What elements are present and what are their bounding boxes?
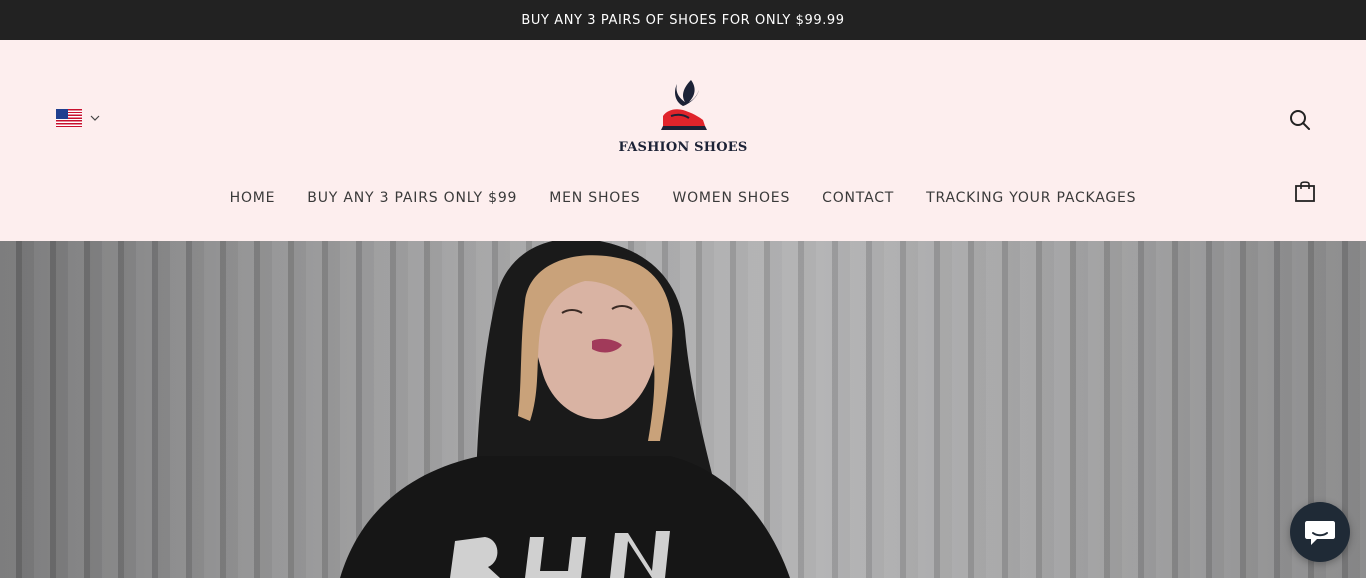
nav-item-contact[interactable]: CONTACT [822,190,894,206]
chat-button[interactable] [1290,502,1350,562]
nav-item-tracking[interactable]: TRACKING YOUR PACKAGES [926,190,1136,206]
hero-model-image [340,241,790,578]
search-icon[interactable] [1288,108,1312,132]
chat-bubble-icon [1305,521,1335,545]
logo-text: FASHION SHOES [618,140,748,155]
nav-item-buy-any-3-pairs[interactable]: BUY ANY 3 PAIRS ONLY $99 [307,190,517,206]
nav-item-women-shoes[interactable]: WOMEN SHOES [672,190,790,206]
nav-item-home[interactable]: HOME [230,190,276,206]
winged-shoe-logo-icon [661,80,707,130]
main-nav: HOME BUY ANY 3 PAIRS ONLY $99 MEN SHOES … [0,190,1366,206]
us-flag-icon [56,109,82,127]
nav-item-men-shoes[interactable]: MEN SHOES [549,190,640,206]
site-header: FASHION SHOES HOME BUY ANY 3 PAIRS ONLY … [0,40,1366,241]
site-logo[interactable]: FASHION SHOES [610,76,756,160]
hero-banner[interactable] [0,241,1366,578]
chevron-down-icon [90,115,100,121]
announcement-text: BUY ANY 3 PAIRS OF SHOES FOR ONLY $99.99 [521,12,845,28]
announcement-bar: BUY ANY 3 PAIRS OF SHOES FOR ONLY $99.99 [0,0,1366,40]
shopping-bag-icon[interactable] [1294,179,1316,203]
country-selector[interactable] [56,109,100,127]
